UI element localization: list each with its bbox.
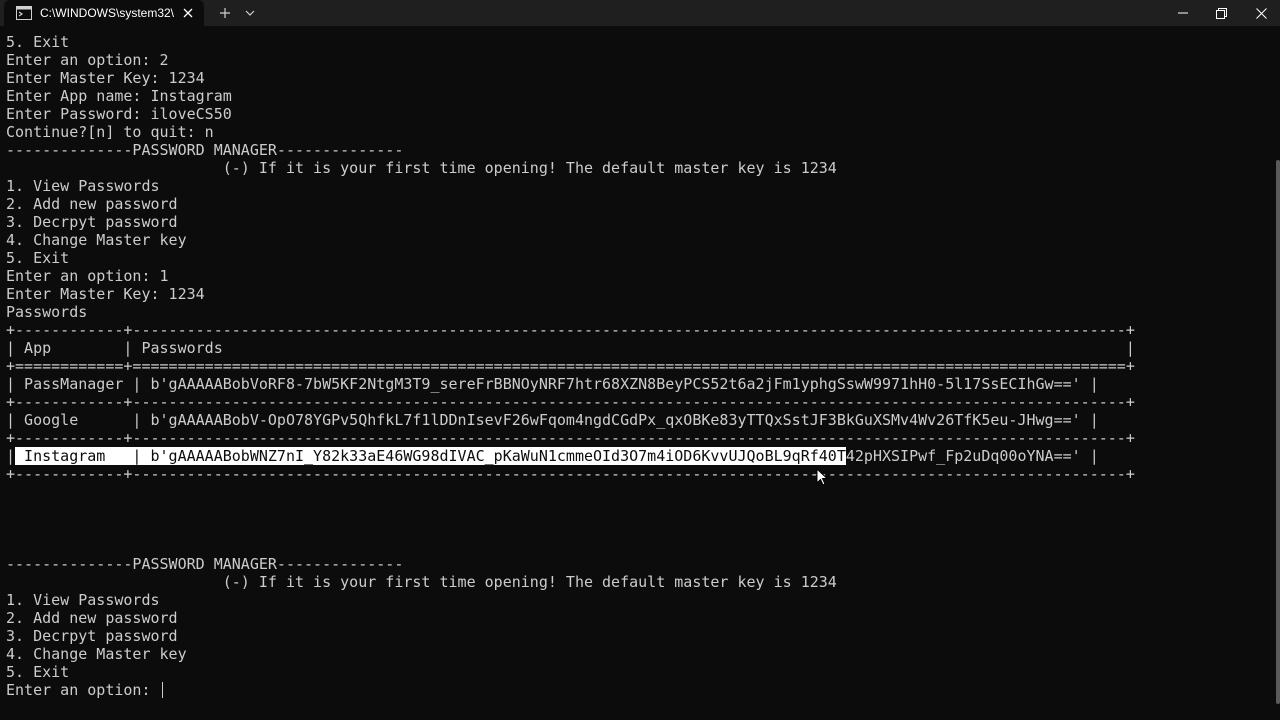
terminal-line: 5. Exit [6,663,1268,681]
text-cursor [161,682,163,698]
terminal-line: 3. Decrpyt password [6,627,1268,645]
line-text: Passwords [6,303,88,321]
line-text: --------------PASSWORD MANAGER----------… [6,555,404,573]
terminal-line: 2. Add new password [6,195,1268,213]
terminal-output[interactable]: 5. Exit Enter an option: 2 Enter Master Ke… [6,33,1268,717]
terminal-line: 4. Change Master key [6,231,1268,249]
terminal-line: 4. Change Master key [6,645,1268,663]
tab-title: C:\WINDOWS\system32\cmd. [40,6,174,20]
mouse-pointer-icon [816,468,829,486]
terminal-line: (-) If it is your first time opening! Th… [6,159,1268,177]
table-row-instagram: | Instagram | b'gAAAAABobWNZ7nI_Y82k33aE… [6,447,1268,465]
terminal-line: 1. View Passwords [6,591,1268,609]
terminal-line: 2. Add new password [6,609,1268,627]
terminal-line: +============+==========================… [6,357,1268,375]
line-text: Enter an option: [6,681,160,699]
line-text: +------------+--------------------------… [6,465,1135,483]
line-text: | PassManager | b'gAAAAABobVoRF8-7bW5KF2… [6,375,1099,393]
line-text: (-) If it is your first time opening! Th… [6,159,837,177]
line-text: (-) If it is your first time opening! Th… [6,573,837,591]
close-tab-icon[interactable] [180,5,196,21]
line-text: | App | Passwords | [6,339,1135,357]
line-text: Continue?[n] to quit: n [6,123,214,141]
terminal-line: Enter App name: Instagram [6,87,1268,105]
close-window-button[interactable] [1238,0,1280,26]
line-text: | Google | b'gAAAAABobV-OpO78YGPv5QhfkL7… [6,411,1099,429]
line-text: 1. View Passwords [6,177,160,195]
line-text: +------------+--------------------------… [6,429,1135,447]
terminal-line: +------------+--------------------------… [6,429,1268,447]
terminal-line: | Google | b'gAAAAABobV-OpO78YGPv5QhfkL7… [6,411,1268,429]
line-text: 1. View Passwords [6,591,160,609]
title-bar: C:\WINDOWS\system32\cmd. [0,0,1280,26]
line-text: 5. Exit [6,663,70,681]
minimize-icon [1178,12,1188,14]
terminal-line: 5. Exit [6,33,1268,51]
line-text: Enter Master Key: 1234 [6,69,205,87]
line-text: 3. Decrpyt password [6,627,178,645]
line-text: 5. Exit [6,249,70,267]
restore-icon [1215,7,1227,19]
line-text: +------------+--------------------------… [6,321,1135,339]
line-text: Enter Master Key: 1234 [6,285,205,303]
line-text: 3. Decrpyt password [6,213,178,231]
terminal-line: (-) If it is your first time opening! Th… [6,573,1268,591]
tab-dropdown-button[interactable] [240,0,260,26]
line-text: 2. Add new password [6,195,178,213]
table-border: | [6,447,16,465]
terminal-line: --------------PASSWORD MANAGER----------… [6,555,1268,573]
password-tail: 42pHXSIPwf_Fp2uDq00oYNA==' | [845,447,1099,465]
terminal-line: Enter an option: 1 [6,267,1268,285]
line-text: 5. Exit [6,33,70,51]
terminal-line: Enter Password: iloveCS50 [6,105,1268,123]
selected-text[interactable]: Instagram | b'gAAAAABobWNZ7nI_Y82k33aE46… [15,447,846,465]
close-icon [1255,7,1267,19]
terminal-line: --------------PASSWORD MANAGER----------… [6,141,1268,159]
terminal-line: Enter an option: 2 [6,51,1268,69]
terminal-line: Passwords [6,303,1268,321]
line-text: +============+==========================… [6,357,1135,375]
line-text: Enter App name: Instagram [6,87,232,105]
terminal-line: Enter Master Key: 1234 [6,285,1268,303]
line-text: +------------+--------------------------… [6,393,1135,411]
chevron-down-icon [245,10,255,16]
prompt-line[interactable]: Enter an option: [6,681,1268,699]
line-text: 4. Change Master key [6,645,187,663]
plus-icon [220,8,230,18]
new-tab-button[interactable] [214,0,236,26]
line-text: Enter an option: 1 [6,267,169,285]
line-text: Enter Password: iloveCS50 [6,105,232,123]
line-text: 4. Change Master key [6,231,187,249]
terminal-line: +------------+--------------------------… [6,393,1268,411]
terminal-line: Continue?[n] to quit: n [6,123,1268,141]
line-text: 2. Add new password [6,609,178,627]
terminal-line: | App | Passwords | [6,339,1268,357]
terminal-line: 3. Decrpyt password [6,213,1268,231]
line-text: --------------PASSWORD MANAGER----------… [6,141,404,159]
terminal-line: | PassManager | b'gAAAAABobVoRF8-7bW5KF2… [6,375,1268,393]
terminal-line: +------------+--------------------------… [6,465,1268,483]
terminal-icon [16,5,32,21]
terminal-tab[interactable]: C:\WINDOWS\system32\cmd. [4,0,204,26]
terminal-line: Enter Master Key: 1234 [6,69,1268,87]
scrollbar[interactable] [1276,160,1280,704]
terminal-line: 5. Exit [6,249,1268,267]
terminal-line: 1. View Passwords [6,177,1268,195]
terminal-line: +------------+--------------------------… [6,321,1268,339]
line-text: Enter an option: 2 [6,51,169,69]
